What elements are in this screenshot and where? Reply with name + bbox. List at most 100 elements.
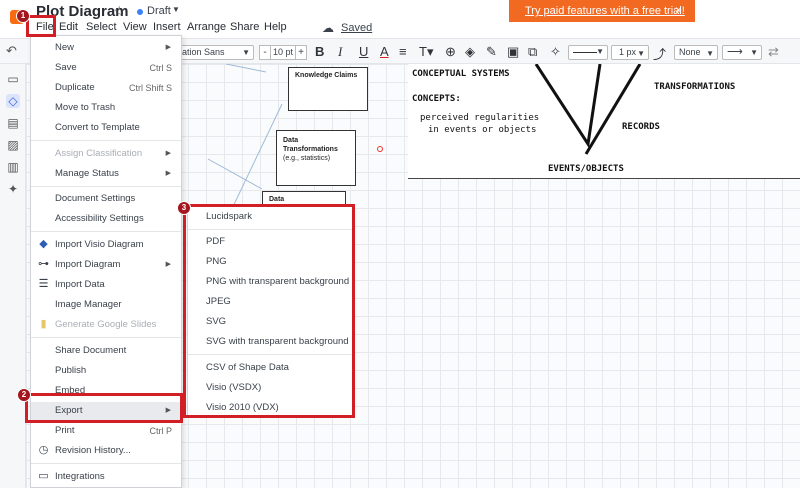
menu-item-new[interactable]: New ▶ [31,39,181,57]
menu-divider [31,337,181,338]
concepts-line1: perceived regularities [420,113,540,123]
concepts-label: CONCEPTS: [412,94,461,104]
undo-icon[interactable]: ↶ [6,43,17,59]
line-width-select[interactable]: 1 px ▼ [611,45,649,60]
close-icon[interactable]: × [675,3,682,17]
events-objects-label: EVENTS/OBJECTS [548,164,624,174]
trial-banner: Try paid features with a free trial! × [509,0,695,22]
menu-item-label: Integrations [55,471,105,482]
saved-link[interactable]: Saved [341,22,372,34]
left-rail: ▭ ◇ ▤ ▨ ▥ ✦ [0,64,26,488]
menu-divider [31,140,181,141]
menu-item-move-to-trash[interactable]: Move to Trash [31,99,181,117]
menu-item-label: Assign Classification [55,148,143,159]
menu-divider [31,463,181,464]
status-dot-icon [137,9,143,15]
menu-item-publish[interactable]: Publish [31,362,181,380]
font-family-select[interactable]: eration Sans ▼ [170,45,254,60]
menu-item-label: Import Data [55,279,105,290]
shapes-icon[interactable]: ◇ [6,94,20,108]
menu-item-print[interactable]: Print Ctrl P [31,422,181,440]
connection-point-icon[interactable] [377,146,383,152]
plugins-icon[interactable]: ✦ [6,182,20,196]
underline-icon[interactable]: U [359,44,368,59]
bold-icon[interactable]: B [315,44,324,59]
magic-wand-icon[interactable]: ✧ [550,44,561,60]
line-color-icon[interactable]: ✎ [486,44,497,60]
data-transformations-box[interactable]: Data Transformations (e.g., statistics) [276,130,356,186]
star-icon[interactable]: ☆ [113,3,126,20]
knowledge-claims-label: Knowledge Claims [295,72,358,79]
menu-item-share-document[interactable]: Share Document [31,342,181,360]
text-options-icon[interactable]: T▾ [419,44,433,60]
transformations-label: TRANSFORMATIONS [654,82,736,92]
fill-color-icon[interactable]: ◈ [465,44,475,60]
highlight-export [25,393,183,423]
highlight-file-menu [26,15,56,37]
more-options-icon[interactable]: ⇄ [768,44,779,60]
position-icon[interactable]: ⊕ [445,44,456,60]
font-size-increase-button[interactable]: + [295,45,307,60]
trial-link[interactable]: Try paid features with a free trial! [525,5,685,17]
menu-item-integrations[interactable]: ▭ Integrations [31,468,181,486]
knowledge-claims-box[interactable]: Knowledge Claims [288,67,368,111]
text-color-icon[interactable]: A [380,44,389,59]
menu-item-import-data[interactable]: ☰ Import Data [31,276,181,294]
chevron-right-icon: ▶ [165,170,171,177]
data-transformations-label: Data Transformations [283,137,338,153]
title-bar: Plot Diagram ☆ Draft ▼ File Edit Select … [0,0,800,38]
menu-item-assign-classification: Assign Classification ▶ [31,145,181,163]
vee-diagram-image[interactable]: CONCEPTUAL SYSTEMS CONCEPTS: perceived r… [408,64,800,179]
line-style-select[interactable]: ▼ [568,45,608,60]
templates-icon[interactable]: ▤ [6,116,20,130]
line-width-value: 1 px [618,47,636,57]
images-icon[interactable]: ▨ [6,138,20,152]
data-icon[interactable]: ▥ [6,160,20,174]
menu-item-save[interactable]: Save Ctrl S [31,59,181,77]
arrow-start-select[interactable]: None ▼ [674,45,718,60]
menu-item-label: Image Manager [55,299,122,310]
diagram-icon: ⊶ [38,258,49,270]
chevron-down-icon: ▼ [750,48,758,57]
highlight-export-submenu [183,204,355,418]
menu-item-duplicate[interactable]: Duplicate Ctrl Shift S [31,79,181,97]
menu-item-document-settings[interactable]: Document Settings [31,190,181,208]
arrow-end-select[interactable]: ⟶ ▼ [722,45,762,60]
italic-icon[interactable]: I [338,44,342,60]
line-shape-icon[interactable]: ⤴ [653,44,666,63]
menu-item-image-manager[interactable]: Image Manager [31,296,181,314]
menu-edit[interactable]: Edit [59,21,78,33]
menu-item-label: Move to Trash [55,102,116,113]
menu-item-label: Manage Status [55,168,119,179]
database-icon: ☰ [38,278,49,290]
menu-help[interactable]: Help [264,21,287,33]
menu-view[interactable]: View [123,21,147,33]
menu-item-import-visio[interactable]: ◆ Import Visio Diagram [31,236,181,254]
font-size-input[interactable]: 10 pt [270,45,296,60]
conceptual-systems-label: CONCEPTUAL SYSTEMS [412,69,510,79]
pages-icon[interactable]: ▭ [6,72,20,86]
shadow-icon[interactable]: ⧉ [528,44,537,60]
menu-item-shortcut: Ctrl Shift S [128,83,172,93]
status-badge[interactable]: Draft [147,5,171,17]
menu-item-label: Import Diagram [55,259,121,270]
menu-insert[interactable]: Insert [153,21,181,33]
opacity-icon[interactable]: ▣ [507,44,519,60]
menu-item-shortcut: Ctrl P [149,426,173,436]
menu-item-convert-to-template[interactable]: Convert to Template [31,119,181,137]
menu-item-accessibility-settings[interactable]: Accessibility Settings [31,210,181,228]
menu-select[interactable]: Select [86,21,117,33]
align-center-icon[interactable]: ≡ [399,44,407,59]
menu-item-label: Share Document [55,345,127,356]
chevron-down-icon[interactable]: ▼ [172,5,180,14]
menu-item-label: Publish [55,365,87,376]
briefcase-icon: ▭ [38,470,49,482]
menu-share[interactable]: Share [230,21,259,33]
menu-item-import-diagram[interactable]: ⊶ Import Diagram ▶ [31,256,181,274]
chevron-right-icon: ▶ [165,261,171,268]
menu-arrange[interactable]: Arrange [187,21,226,33]
chevron-down-icon: ▼ [242,48,250,57]
menu-item-manage-status[interactable]: Manage Status ▶ [31,165,181,183]
menu-item-revision-history[interactable]: ◷ Revision History... [31,442,181,460]
arrow-end-icon: ⟶ [727,46,743,58]
